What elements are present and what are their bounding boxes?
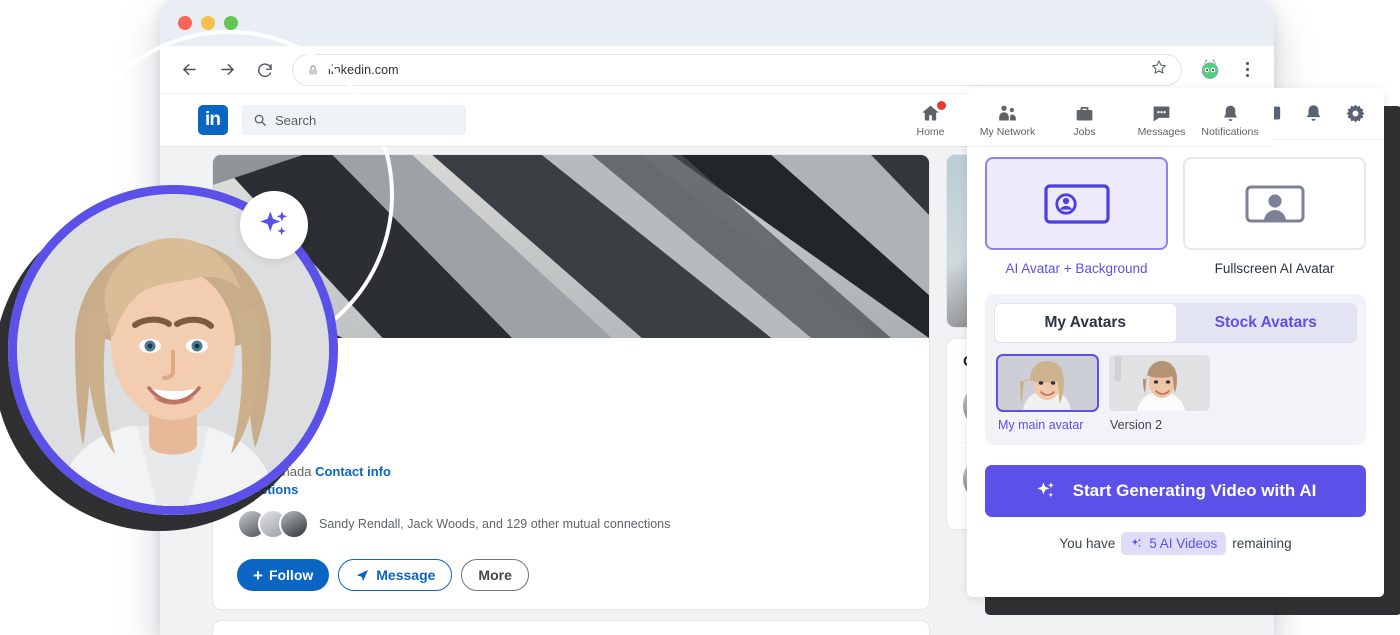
vidyard-panel: vidyard ® — [967, 88, 1384, 597]
remaining-prefix: You have — [1059, 536, 1116, 551]
avatar-thumb-version-2[interactable]: Version 2 — [1109, 355, 1210, 432]
linkedin-nav-items: Home My Network Jobs Messages Notificati… — [892, 99, 1260, 138]
avatars-panel: My Avatars Stock Avatars My main avatar … — [985, 294, 1366, 445]
general-information-card: General information — [212, 620, 930, 635]
nav-item-label: Messages — [1137, 126, 1186, 138]
mode-ai-avatar-background[interactable]: AI Avatar + Background — [985, 157, 1168, 276]
mode-selector: AI Avatar + Background Fullscreen AI Ava… — [985, 157, 1366, 276]
start-generating-video-label: Start Generating Video with AI — [1072, 481, 1317, 500]
nav-item-label: Jobs — [1073, 126, 1096, 138]
follow-button[interactable]: + Follow — [237, 559, 330, 591]
avatar-thumb-label: My main avatar — [998, 418, 1084, 432]
nav-item-home[interactable]: Home — [892, 99, 969, 138]
avatar-overlay — [8, 185, 338, 515]
mode-fullscreen-ai-avatar[interactable]: Fullscreen AI Avatar — [1183, 157, 1366, 276]
nav-item-jobs[interactable]: Jobs — [1046, 102, 1123, 138]
avatar-thumb-label: Version 2 — [1110, 418, 1163, 432]
mode-label: AI Avatar + Background — [1005, 261, 1148, 276]
status-badge-label: 5 AI Videos — [1149, 536, 1218, 551]
address-bar[interactable]: linkedin.com — [292, 53, 1182, 86]
more-button[interactable]: More — [461, 559, 529, 591]
nav-item-my-network[interactable]: My Network — [969, 102, 1046, 138]
avatar-thumbnail-image — [996, 354, 1099, 412]
ai-sparkle-icon — [1130, 537, 1143, 550]
mutual-connections-text: Sandy Rendall, Jack Woods, and 129 other… — [319, 517, 671, 531]
nav-item-label: Notifications — [1201, 126, 1259, 138]
profile-actions: + Follow Message More — [237, 559, 905, 591]
more-button-label: More — [478, 567, 512, 583]
ai-sparkle-icon — [257, 208, 291, 242]
tab-stock-avatars[interactable]: Stock Avatars — [1176, 304, 1357, 342]
window-minimize-button[interactable] — [201, 16, 215, 30]
search-input[interactable]: Search — [242, 105, 466, 135]
screenshot-stage: linkedin.com in Search Home My Network J… — [0, 0, 1400, 635]
bell-icon[interactable] — [1302, 103, 1324, 125]
gear-icon[interactable] — [1344, 103, 1366, 125]
window-close-button[interactable] — [178, 16, 192, 30]
linkedin-navbar: in Search Home My Network Jobs Messages … — [160, 94, 1274, 146]
follow-button-label: Follow — [268, 567, 314, 583]
fullscreen-avatar-icon — [1183, 157, 1366, 250]
status-badge: 5 AI Videos — [1121, 532, 1227, 555]
briefcase-icon — [1074, 102, 1095, 124]
avatar-thumb-my-main-avatar[interactable]: My main avatar — [996, 354, 1099, 432]
bell-icon — [1220, 102, 1241, 124]
search-icon — [253, 113, 267, 127]
nav-item-notifications[interactable]: Notifications — [1200, 102, 1260, 138]
message-button[interactable]: Message — [338, 559, 453, 591]
window-maximize-button[interactable] — [224, 16, 238, 30]
ai-sparkle-badge — [240, 191, 308, 259]
notification-badge — [935, 99, 948, 112]
search-placeholder: Search — [275, 112, 317, 128]
tab-my-avatars[interactable]: My Avatars — [995, 304, 1176, 342]
message-button-label: Message — [376, 567, 436, 583]
kebab-menu-icon[interactable] — [1238, 62, 1256, 77]
avatar-tabs: My Avatars Stock Avatars — [994, 303, 1357, 343]
avatar-with-background-icon — [985, 157, 1168, 250]
start-generating-video-button[interactable]: Start Generating Video with AI — [985, 465, 1366, 517]
remaining-suffix: remaining — [1232, 536, 1292, 551]
message-bubble-icon — [1151, 102, 1172, 124]
vidyard-body: AI Avatar + Background Fullscreen AI Ava… — [967, 140, 1384, 445]
browser-titlebar — [160, 0, 1274, 46]
nav-item-messages[interactable]: Messages — [1123, 102, 1200, 138]
star-icon[interactable] — [1151, 59, 1167, 80]
avatar-thumbnails: My main avatar Version 2 — [994, 343, 1357, 436]
nav-item-label: My Network — [979, 126, 1036, 138]
vidyard-extension-icon[interactable] — [1198, 58, 1222, 82]
ai-sparkle-icon — [1035, 480, 1057, 502]
avatar-thumbnail-image — [1109, 355, 1210, 411]
nav-item-label: Home — [916, 126, 945, 138]
linkedin-logo[interactable]: in — [198, 105, 228, 135]
mode-label: Fullscreen AI Avatar — [1214, 261, 1335, 276]
send-paper-plane-icon — [355, 568, 370, 583]
people-icon — [997, 102, 1018, 124]
plus-icon: + — [253, 565, 263, 585]
home-icon — [920, 99, 948, 124]
videos-remaining: You have 5 AI Videos remaining — [967, 532, 1384, 555]
